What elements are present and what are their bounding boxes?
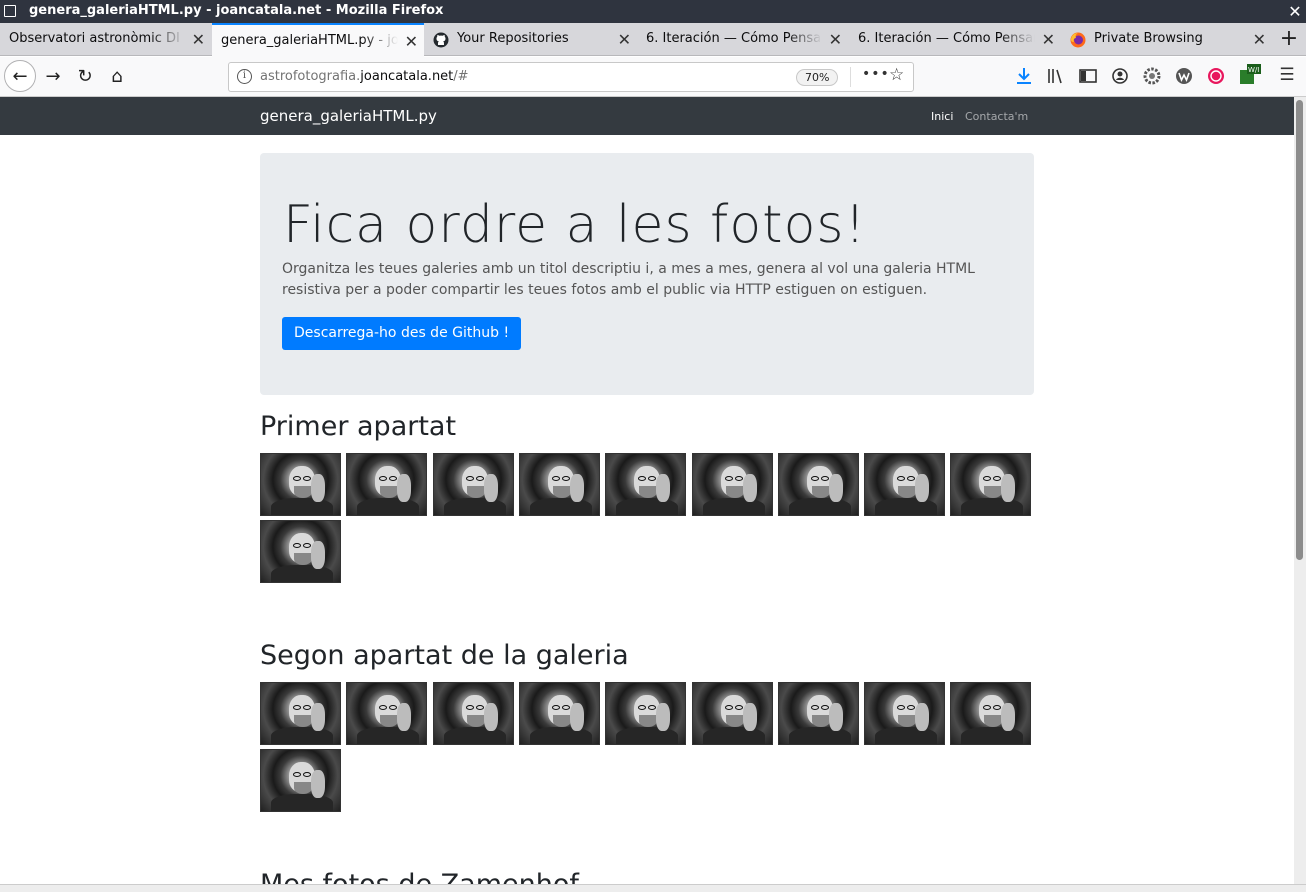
window-titlebar: genera_galeriaHTML.py - joancatala.net -… bbox=[0, 0, 1306, 23]
sidebar-icon[interactable] bbox=[1077, 65, 1099, 87]
extension-wi-icon[interactable]: W/I bbox=[1237, 62, 1263, 88]
gallery-photo[interactable] bbox=[346, 453, 428, 516]
gallery-photo[interactable] bbox=[691, 453, 773, 516]
tab-close-icon[interactable]: ✕ bbox=[1253, 30, 1266, 49]
tab-label: Your Repositories bbox=[457, 31, 569, 46]
window-close-button[interactable]: ✕ bbox=[1284, 0, 1306, 23]
tab-label: Private Browsing bbox=[1094, 31, 1203, 46]
extension-w-icon[interactable] bbox=[1173, 65, 1195, 87]
site-navbar: genera_galeriaHTML.py Inici Contacta'm bbox=[0, 97, 1294, 135]
urlbar-divider bbox=[850, 67, 851, 87]
gallery-photo[interactable] bbox=[260, 682, 341, 745]
tab-iteracion-1[interactable]: 6. Iteración — Cómo Pensar ✕ bbox=[637, 23, 848, 56]
site-info-icon[interactable]: i bbox=[237, 69, 252, 84]
url-subdomain: astrofotografia. bbox=[260, 69, 361, 84]
firefox-icon bbox=[1070, 32, 1086, 48]
zoom-indicator[interactable]: 70% bbox=[796, 69, 839, 86]
hero-lead: Organitza les teues galeries amb un tito… bbox=[282, 261, 975, 298]
gallery-photo[interactable] bbox=[605, 453, 687, 516]
svg-text:W/I: W/I bbox=[1248, 66, 1259, 74]
gallery-photo[interactable] bbox=[518, 453, 600, 516]
new-tab-button[interactable]: + bbox=[1272, 23, 1306, 56]
horizontal-scrollbar[interactable] bbox=[0, 884, 1306, 892]
tab-close-icon[interactable]: ✕ bbox=[405, 32, 418, 51]
tab-iteracion-2[interactable]: 6. Iteración — Cómo Pensar ✕ bbox=[849, 23, 1061, 56]
bookmark-star-icon[interactable]: ☆ bbox=[889, 65, 904, 85]
gallery-photo[interactable] bbox=[260, 453, 341, 516]
section-title: Segon apartat de la galeria bbox=[260, 640, 629, 671]
tab-strip: Observatori astronòmic DI ✕ genera_galer… bbox=[0, 23, 1306, 57]
nav-link-contacta[interactable]: Contacta'm bbox=[965, 110, 1028, 123]
forward-button[interactable]: → bbox=[37, 61, 69, 93]
gallery-photo[interactable] bbox=[432, 453, 514, 516]
site-brand[interactable]: genera_galeriaHTML.py bbox=[260, 107, 437, 125]
scrollbar-thumb[interactable] bbox=[1296, 100, 1303, 560]
gallery-photo[interactable] bbox=[950, 682, 1032, 745]
gallery-photo[interactable] bbox=[518, 682, 600, 745]
back-button[interactable]: ← bbox=[4, 60, 36, 92]
tab-private-browsing[interactable]: Private Browsing ✕ bbox=[1062, 23, 1272, 56]
window-menu-icon[interactable] bbox=[4, 5, 16, 17]
github-download-button[interactable]: Descarrega-ho des de Github ! bbox=[282, 317, 522, 350]
gallery-photo[interactable] bbox=[950, 453, 1032, 516]
extension-gear-icon[interactable] bbox=[1141, 65, 1163, 87]
tab-close-icon[interactable]: ✕ bbox=[1042, 30, 1055, 49]
account-icon[interactable] bbox=[1109, 65, 1131, 87]
nav-link-inici[interactable]: Inici bbox=[931, 110, 953, 123]
hamburger-menu-icon[interactable]: ☰ bbox=[1276, 64, 1298, 86]
jumbotron: Fica ordre a les fotos! Organitza les te… bbox=[260, 153, 1034, 395]
tab-close-icon[interactable]: ✕ bbox=[618, 30, 631, 49]
page-viewport: genera_galeriaHTML.py Inici Contacta'm F… bbox=[0, 97, 1294, 884]
github-icon bbox=[433, 32, 449, 48]
tab-your-repositories[interactable]: Your Repositories ✕ bbox=[425, 23, 637, 56]
gallery-photo[interactable] bbox=[777, 453, 859, 516]
section-title: Primer apartat bbox=[260, 411, 457, 442]
reload-button[interactable]: ↻ bbox=[69, 61, 101, 93]
gallery-photo[interactable] bbox=[864, 682, 946, 745]
tab-label: Observatori astronòmic DI bbox=[9, 31, 180, 46]
url-bar[interactable]: i astrofotografia.joancatala.net/# 70% •… bbox=[228, 62, 914, 92]
gallery-photo[interactable] bbox=[777, 682, 859, 745]
tab-close-icon[interactable]: ✕ bbox=[829, 30, 842, 49]
tab-genera-galeria[interactable]: genera_galeriaHTML.py - joancatala.net ✕ bbox=[212, 23, 424, 57]
page-actions-icon[interactable]: ••• bbox=[862, 66, 890, 82]
tab-observatori[interactable]: Observatori astronòmic DI ✕ bbox=[0, 23, 211, 56]
library-icon[interactable] bbox=[1045, 65, 1067, 87]
gallery-photo[interactable] bbox=[605, 682, 687, 745]
gallery-photo[interactable] bbox=[260, 749, 341, 812]
gallery-photo[interactable] bbox=[432, 682, 514, 745]
window-title: genera_galeriaHTML.py - joancatala.net -… bbox=[29, 3, 444, 18]
extension-m-icon[interactable] bbox=[1205, 65, 1227, 87]
vertical-scrollbar[interactable] bbox=[1294, 97, 1306, 884]
browser-navbar: ← → ↻ ⌂ i astrofotografia.joancatala.net… bbox=[0, 57, 1306, 97]
home-button[interactable]: ⌂ bbox=[101, 61, 133, 93]
section-title: Mes fotos de Zamenhof bbox=[260, 869, 579, 884]
gallery-photo[interactable] bbox=[260, 520, 341, 583]
tab-label: genera_galeriaHTML.py - joancatala.net bbox=[221, 33, 398, 48]
hero-heading: Fica ordre a les fotos! bbox=[283, 195, 867, 255]
gallery-photo[interactable] bbox=[691, 682, 773, 745]
tab-label: 6. Iteración — Cómo Pensar bbox=[858, 31, 1035, 46]
url-path: /# bbox=[453, 69, 469, 84]
url-text[interactable]: astrofotografia.joancatala.net/# bbox=[260, 69, 469, 84]
downloads-icon[interactable] bbox=[1013, 65, 1035, 87]
url-domain: joancatala.net bbox=[360, 69, 454, 84]
gallery-photo[interactable] bbox=[864, 453, 946, 516]
gallery-photo[interactable] bbox=[346, 682, 428, 745]
tab-close-icon[interactable]: ✕ bbox=[192, 30, 205, 49]
tab-label: 6. Iteración — Cómo Pensar bbox=[646, 31, 822, 46]
